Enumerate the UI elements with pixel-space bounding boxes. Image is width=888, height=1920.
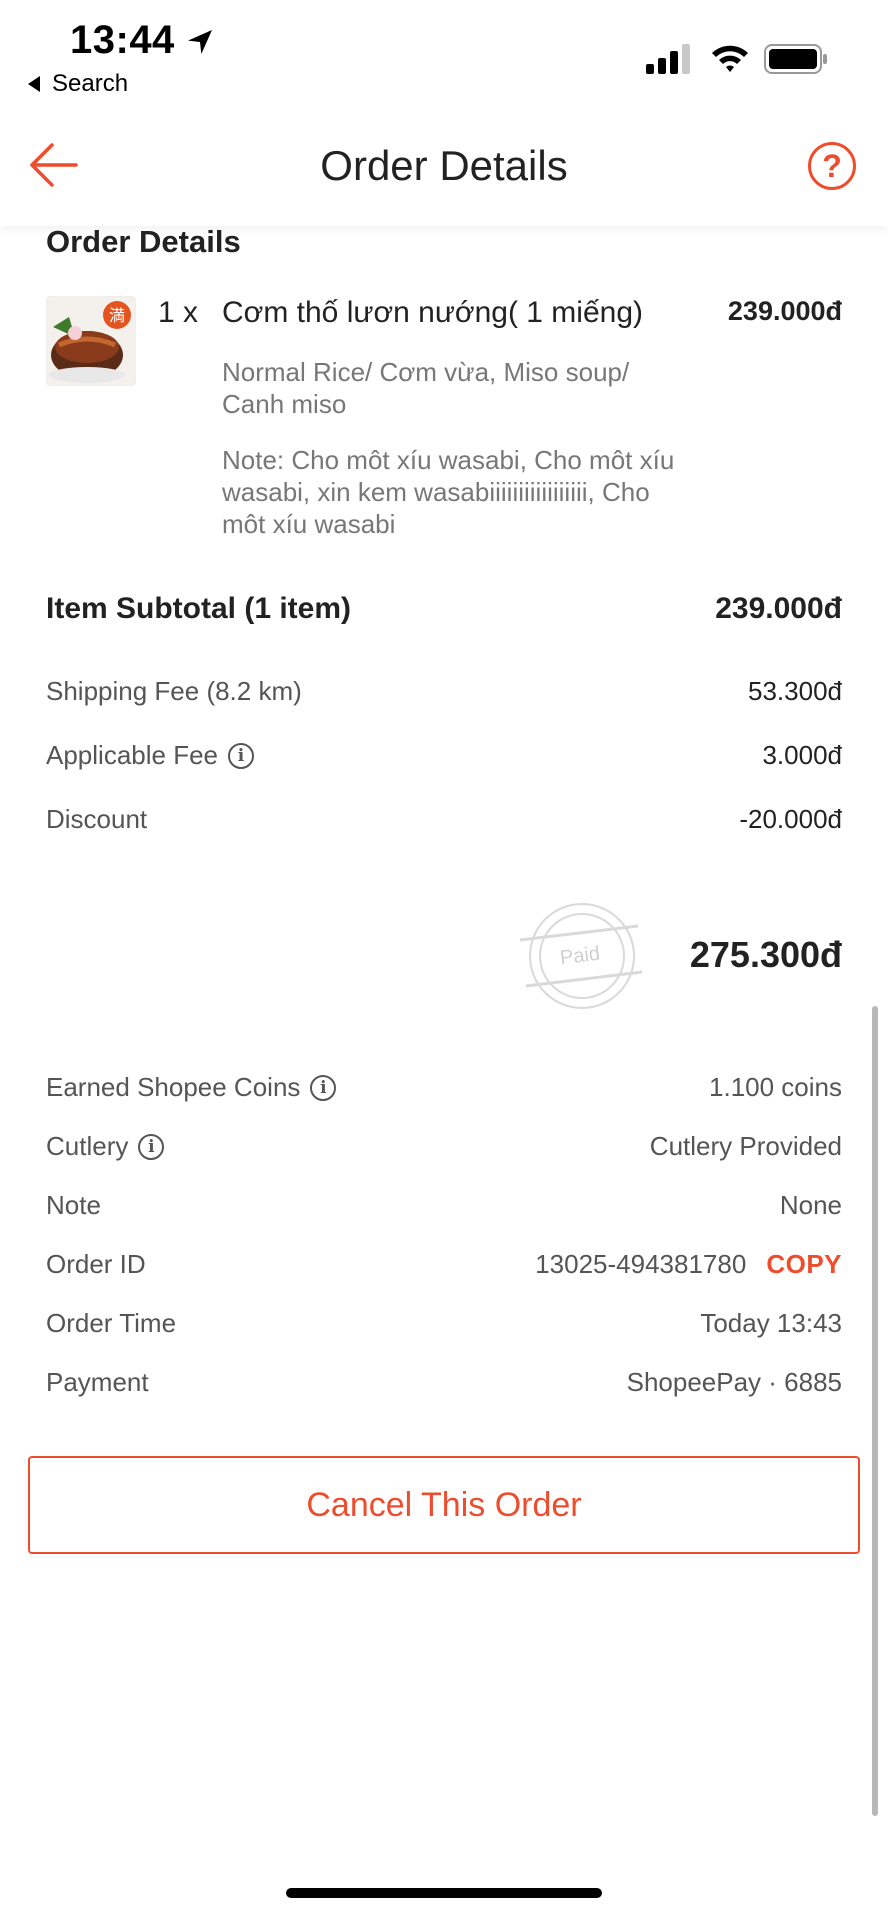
scrollbar[interactable] [872, 1006, 878, 1816]
info-icon[interactable]: i [138, 1133, 165, 1160]
discount-label: Discount [46, 804, 148, 834]
note-label: Note [46, 1190, 101, 1220]
paid-stamp-icon: Paid [519, 903, 643, 1009]
copy-order-id-button[interactable]: COPY [766, 1249, 842, 1279]
back-to-search-link[interactable]: Search [28, 70, 128, 98]
cutlery-label-group: Cutlery i [46, 1131, 165, 1162]
note-value: None [779, 1190, 842, 1220]
navigation-bar: Order Details ? [0, 108, 888, 226]
item-name: Cơm thố lươn nướng( 1 miếng) [222, 296, 643, 329]
order-id-value-group: 13025-494381780 COPY [535, 1249, 842, 1280]
wifi-icon [712, 45, 748, 72]
cellular-signal-icon [646, 44, 690, 74]
help-icon[interactable]: ? [808, 142, 856, 190]
payment-row: Payment ShopeePay · 6885 [46, 1367, 842, 1403]
item-price: 239.000đ [727, 296, 842, 326]
applicable-fee-value: 3.000đ [762, 740, 842, 770]
applicable-fee-label-group: Applicable Fee i [46, 740, 254, 771]
coins-label: Earned Shopee Coins [46, 1072, 301, 1102]
order-time-value: Today 13:43 [700, 1308, 842, 1338]
home-indicator[interactable] [286, 1888, 602, 1898]
order-time-label: Order Time [46, 1308, 177, 1338]
cutlery-row: Cutlery i Cutlery Provided [46, 1131, 842, 1167]
location-arrow-icon [188, 30, 212, 54]
discount-value: -20.000đ [739, 804, 842, 834]
cutlery-value: Cutlery Provided [649, 1131, 842, 1161]
payment-label: Payment [46, 1367, 149, 1397]
subtotal-value: 239.000đ [715, 592, 842, 625]
page-title: Order Details [320, 142, 568, 189]
order-id-value: 13025-494381780 [535, 1249, 747, 1279]
back-app-label: Search [52, 70, 129, 97]
shipping-fee-row: Shipping Fee (8.2 km) 53.300đ [46, 676, 842, 712]
cutlery-label: Cutlery [46, 1131, 129, 1161]
shipping-fee-label: Shipping Fee (8.2 km) [46, 676, 302, 706]
order-total: 275.300đ [689, 934, 842, 975]
back-triangle-icon [28, 76, 40, 92]
food-image-icon: 満 [47, 297, 135, 385]
info-icon[interactable]: i [228, 742, 254, 769]
order-id-row: Order ID 13025-494381780 COPY [46, 1249, 842, 1285]
cancel-order-button[interactable]: Cancel This Order [28, 1456, 860, 1554]
subtotal-label: Item Subtotal (1 item) [46, 592, 352, 625]
item-quantity: 1 x [158, 296, 199, 329]
food-thumbnail: 満 [46, 296, 136, 386]
applicable-fee-label: Applicable Fee [46, 740, 218, 770]
coins-value: 1.100 coins [709, 1072, 842, 1102]
payment-value: ShopeePay · 6885 [626, 1367, 842, 1397]
section-title: Order Details [46, 224, 241, 259]
applicable-fee-row: Applicable Fee i 3.000đ [46, 740, 842, 776]
order-time-row: Order Time Today 13:43 [46, 1308, 842, 1344]
coins-label-group: Earned Shopee Coins i [46, 1072, 337, 1103]
discount-row: Discount -20.000đ [46, 804, 842, 840]
svg-text:満: 満 [109, 306, 125, 325]
coins-row: Earned Shopee Coins i 1.100 coins [46, 1072, 842, 1108]
note-row: Note None [46, 1190, 842, 1226]
item-note: Note: Cho môt xíu wasabi, Cho môt xíu wa… [222, 445, 675, 539]
order-id-label: Order ID [46, 1249, 146, 1279]
status-bar: 13:44 Search [0, 0, 888, 108]
status-time: 13:44 [70, 18, 175, 62]
battery-icon [764, 44, 827, 74]
shipping-fee-value: 53.300đ [748, 676, 842, 706]
item-options: Normal Rice/ Cơm vừa, Miso soup/ Canh mi… [222, 357, 630, 419]
info-icon[interactable]: i [310, 1074, 337, 1101]
paid-stamp-label: Paid [559, 943, 601, 970]
